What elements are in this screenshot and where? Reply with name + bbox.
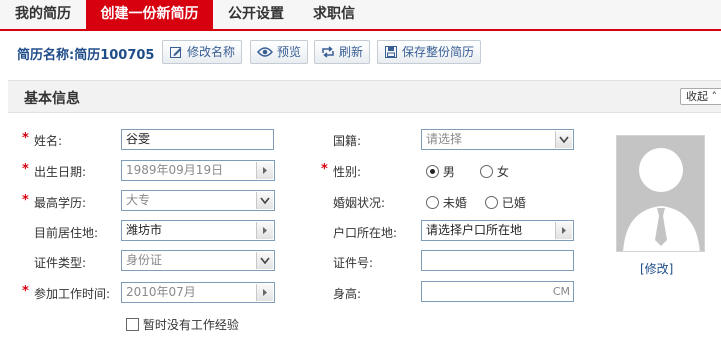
marital-single-radio[interactable] bbox=[426, 196, 439, 209]
section-title: 基本信息 bbox=[24, 91, 80, 107]
hukou-label: 户口所在地: bbox=[333, 226, 398, 240]
gender-female-option[interactable]: 女 bbox=[480, 163, 509, 180]
id-number-input[interactable] bbox=[421, 250, 574, 271]
rename-label: 修改名称 bbox=[187, 45, 236, 59]
id-number-label: 证件号: bbox=[333, 256, 374, 270]
gender-male-label: 男 bbox=[442, 165, 455, 179]
chevron-right-icon bbox=[555, 222, 572, 239]
no-experience-option[interactable]: 暂时没有工作经验 bbox=[126, 316, 239, 333]
section-header: 基本信息 收起 ˄ bbox=[8, 80, 721, 113]
refresh-label: 刷新 bbox=[339, 45, 364, 59]
preview-label: 预览 bbox=[277, 45, 302, 59]
tab-cover-letter[interactable]: 求职信 bbox=[299, 0, 369, 29]
avatar-silhouette-icon bbox=[617, 136, 704, 251]
preview-button[interactable]: 预览 bbox=[250, 40, 309, 64]
residence-picker[interactable]: 潍坊市 bbox=[121, 220, 275, 241]
marital-single-option[interactable]: 未婚 bbox=[426, 194, 467, 211]
nationality-value: 请选择 bbox=[426, 132, 463, 146]
birth-date-value: 1989年09月19日 bbox=[126, 163, 224, 177]
chevron-down-icon bbox=[256, 252, 273, 269]
chevron-down-icon bbox=[256, 192, 273, 209]
work-start-label: 参加工作时间: bbox=[34, 287, 111, 301]
no-experience-label: 暂时没有工作经验 bbox=[142, 318, 239, 332]
chevron-right-icon bbox=[256, 222, 273, 239]
profile-photo-placeholder bbox=[616, 135, 705, 252]
edit-icon bbox=[170, 47, 182, 58]
height-unit: CM bbox=[552, 285, 570, 298]
work-start-value: 2010年07月 bbox=[126, 285, 196, 299]
gender-label: 性别: bbox=[333, 165, 362, 179]
chevron-right-icon bbox=[256, 284, 273, 301]
gender-female-radio[interactable] bbox=[480, 165, 493, 178]
residence-value: 潍坊市 bbox=[126, 223, 163, 237]
birth-date-label: 出生日期: bbox=[34, 165, 87, 179]
nationality-select[interactable]: 请选择 bbox=[421, 129, 574, 150]
marital-status-label: 婚姻状况: bbox=[333, 196, 386, 210]
required-mark: * bbox=[321, 162, 328, 177]
education-label: 最高学历: bbox=[34, 196, 87, 210]
gender-male-option[interactable]: 男 bbox=[426, 163, 455, 180]
no-experience-checkbox[interactable] bbox=[126, 318, 139, 331]
gender-female-label: 女 bbox=[496, 165, 509, 179]
collapse-button[interactable]: 收起 ˄ bbox=[680, 88, 721, 105]
id-type-label: 证件类型: bbox=[34, 256, 87, 270]
id-type-value: 身份证 bbox=[126, 253, 163, 267]
gender-male-radio[interactable] bbox=[426, 165, 439, 178]
tab-public-settings[interactable]: 公开设置 bbox=[213, 0, 299, 29]
eye-icon bbox=[257, 47, 273, 57]
rename-button[interactable]: 修改名称 bbox=[162, 40, 243, 64]
marital-married-label: 已婚 bbox=[501, 196, 526, 210]
name-label: 姓名: bbox=[34, 134, 63, 148]
required-mark: * bbox=[22, 162, 29, 177]
chevron-down-icon bbox=[555, 131, 572, 148]
hukou-value: 请选择户口所在地 bbox=[426, 223, 523, 237]
save-label: 保存整份简历 bbox=[402, 45, 475, 59]
required-mark: * bbox=[22, 131, 29, 146]
save-icon bbox=[385, 46, 397, 58]
tab-my-resumes[interactable]: 我的简历 bbox=[0, 0, 86, 29]
height-label: 身高: bbox=[333, 287, 362, 301]
education-select[interactable]: 大专 bbox=[121, 190, 275, 211]
height-input[interactable]: CM bbox=[421, 281, 574, 302]
nationality-label: 国籍: bbox=[333, 134, 362, 148]
tab-create-new-resume[interactable]: 创建一份新简历 bbox=[86, 0, 213, 29]
education-value: 大专 bbox=[126, 193, 151, 207]
birth-date-picker[interactable]: 1989年09月19日 bbox=[121, 160, 275, 181]
marital-single-label: 未婚 bbox=[442, 196, 467, 210]
marital-married-radio[interactable] bbox=[485, 196, 498, 209]
edit-photo-link[interactable]: [修改] bbox=[640, 260, 673, 277]
id-type-select[interactable]: 身份证 bbox=[121, 250, 275, 271]
chevron-right-icon bbox=[256, 162, 273, 179]
residence-label: 目前居住地: bbox=[34, 226, 99, 240]
resume-name: 简历名称:简历100705 bbox=[17, 48, 155, 63]
save-resume-button[interactable]: 保存整份简历 bbox=[377, 40, 482, 64]
refresh-icon bbox=[322, 46, 334, 58]
marital-married-option[interactable]: 已婚 bbox=[485, 194, 526, 211]
work-start-picker[interactable]: 2010年07月 bbox=[121, 282, 275, 303]
hukou-picker[interactable]: 请选择户口所在地 bbox=[421, 220, 574, 241]
required-mark: * bbox=[22, 284, 29, 299]
refresh-button[interactable]: 刷新 bbox=[314, 40, 371, 64]
name-input[interactable]: 谷雯 bbox=[121, 129, 274, 150]
required-mark: * bbox=[22, 193, 29, 208]
